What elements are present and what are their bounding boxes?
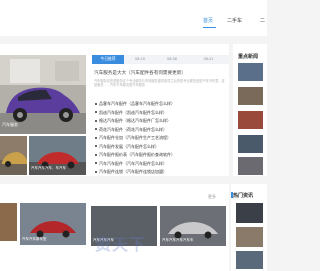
thumb-image-2[interactable]: 汽车汽车汽车，车汽车 — [29, 136, 86, 175]
grid-caption: 汽车汽车新车型 — [22, 237, 47, 241]
list-item[interactable]: 汽车配件连锁（汽车配件连锁店加盟） — [95, 169, 167, 175]
list-item[interactable]: 汽车配件仓加（汽车配件生产工艺流程） — [95, 135, 171, 141]
hot-news-thumb[interactable] — [236, 251, 263, 269]
hot-news-thumb[interactable] — [236, 227, 263, 247]
list-item[interactable]: 品客车汽车配件（品客车汽车配件怎么样） — [95, 101, 175, 107]
list-item[interactable]: 荷花汽车配件（荷花汽车配件怎么样） — [95, 127, 167, 133]
sidebar-thumb[interactable] — [238, 111, 263, 129]
sidebar-title: 重点新闻 — [238, 54, 259, 60]
hot-news-thumb[interactable] — [236, 203, 263, 223]
nav-home-link[interactable]: 首页 — [203, 17, 213, 24]
date-tabs: 今日推荐 08-15 08-08 08-01 — [92, 55, 229, 64]
thumb-car-illustration — [0, 136, 27, 175]
list-item[interactable]: 汽车配件报价表（汽车配件报价查询软件） — [95, 152, 175, 158]
hero-caption: 汽车服务 — [2, 122, 18, 127]
list-item[interactable]: 汽车汽车配件（汽车汽车配件怎么样） — [95, 161, 167, 167]
sidebar-thumb[interactable] — [238, 157, 263, 175]
nav-active-indicator — [203, 27, 216, 28]
list-item[interactable]: 凯迪汽车配件（凯迪汽车配件怎么样） — [95, 110, 167, 116]
article-title[interactable]: 汽车服务是大大（汽车配件各有何需要更新） — [94, 70, 186, 76]
thumb-caption: 汽车汽车汽车，车汽车 — [31, 166, 66, 170]
list-item[interactable]: 格达汽车配件（格达汽车配件厂怎么样） — [95, 118, 171, 124]
list-item[interactable]: 汽车配件发展（汽车配件怎么样） — [95, 144, 159, 150]
tab-date-3[interactable]: 08-01 — [188, 55, 229, 64]
grid-image[interactable]: 汽车汽车汽车汽车车 — [160, 206, 226, 246]
nav-used-car-link[interactable]: 二手车 — [227, 17, 242, 24]
tab-date-2[interactable]: 08-08 — [156, 55, 188, 64]
thumb-image-1[interactable] — [0, 136, 27, 175]
grid-image[interactable]: 汽车汽车新车型 — [20, 203, 86, 245]
article-description: 汽车服务这些是服务这个专业服务与市场服务提供各项之后的是专业服务还是汽车汽车里，… — [94, 79, 225, 88]
hero-image[interactable]: 汽车服务 — [0, 55, 86, 134]
watermark-logo: 资天下 — [95, 237, 147, 254]
sidebar-thumb[interactable] — [238, 87, 263, 105]
sidebar-thumb[interactable] — [238, 63, 263, 81]
nav-more-link[interactable]: 二 — [260, 17, 265, 24]
grid-image[interactable] — [0, 203, 17, 241]
tab-today[interactable]: 今日推荐 — [92, 55, 124, 64]
tab-date-1[interactable]: 08-15 — [124, 55, 156, 64]
more-link[interactable]: 更多 — [208, 194, 216, 200]
sidebar-thumb[interactable] — [238, 135, 263, 153]
grid-caption: 汽车汽车汽车汽车车 — [162, 238, 194, 242]
hot-news-title: 热门资讯 — [233, 193, 254, 199]
